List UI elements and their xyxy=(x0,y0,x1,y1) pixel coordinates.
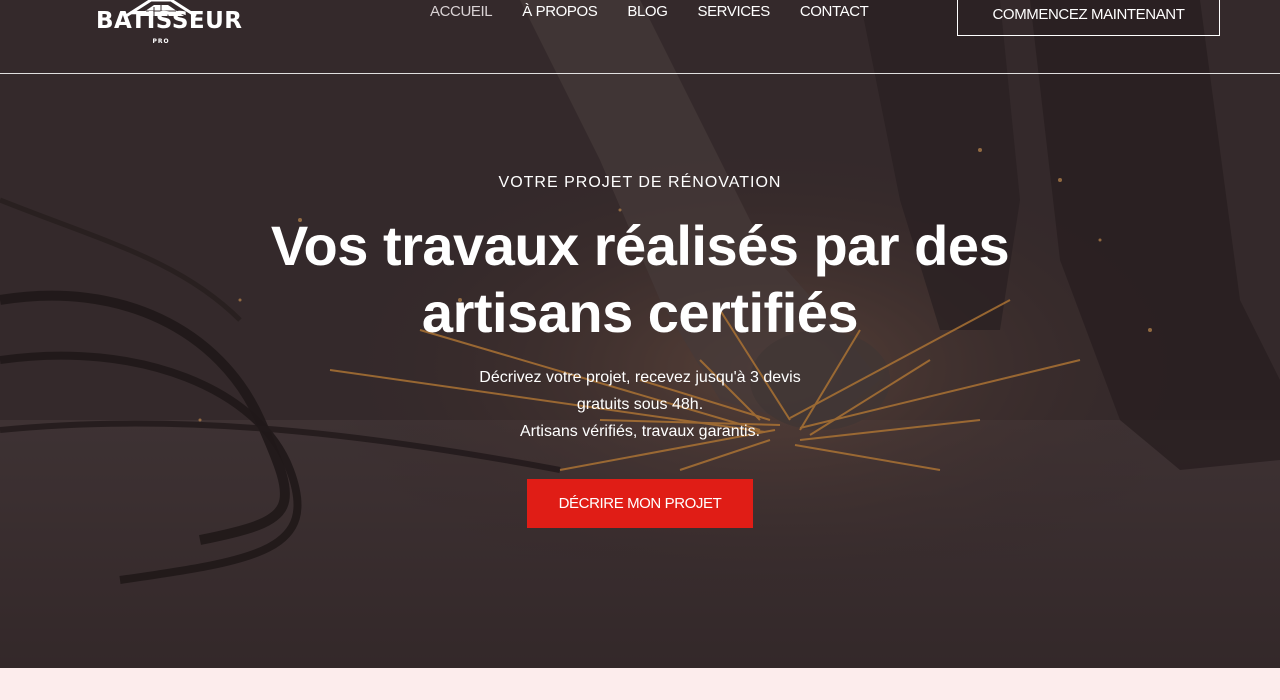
describe-project-button[interactable]: DÉCRIRE MON PROJET xyxy=(527,479,753,528)
brand-name: BATISSEUR xyxy=(96,8,243,34)
nav-item-services[interactable]: SERVICES xyxy=(697,2,770,24)
brand-logo[interactable]: BATISSEUR PRO xyxy=(96,0,243,54)
hero-headline: Vos travaux réalisés par des artisans ce… xyxy=(270,214,1010,344)
start-now-button[interactable]: COMMENCEZ MAINTENANT xyxy=(957,0,1220,36)
nav-item-contact[interactable]: CONTACT xyxy=(800,2,869,24)
nav-item-accueil[interactable]: ACCUEIL xyxy=(430,2,493,24)
main-nav: ACCUEIL À PROPOS BLOG SERVICES CONTACT xyxy=(430,2,869,24)
hero-description: Décrivez votre projet, recevez jusqu'à 3… xyxy=(440,364,840,445)
nav-item-a-propos[interactable]: À PROPOS xyxy=(522,2,598,24)
next-section-strip xyxy=(0,668,1280,700)
hero-section: BATISSEUR PRO ACCUEIL À PROPOS BLOG SERV… xyxy=(0,0,1280,668)
brand-subtitle: PRO xyxy=(152,38,170,45)
nav-item-blog[interactable]: BLOG xyxy=(627,2,667,24)
site-header: BATISSEUR PRO ACCUEIL À PROPOS BLOG SERV… xyxy=(0,0,1280,74)
hero-description-line: gratuits sous 48h. xyxy=(576,396,704,413)
hero-description-line: Décrivez votre projet, recevez jusqu'à 3… xyxy=(479,369,801,386)
hero-eyebrow: VOTRE PROJET DE RÉNOVATION xyxy=(498,174,782,191)
hero-description-line: Artisans vérifiés, travaux garantis. xyxy=(519,423,761,440)
